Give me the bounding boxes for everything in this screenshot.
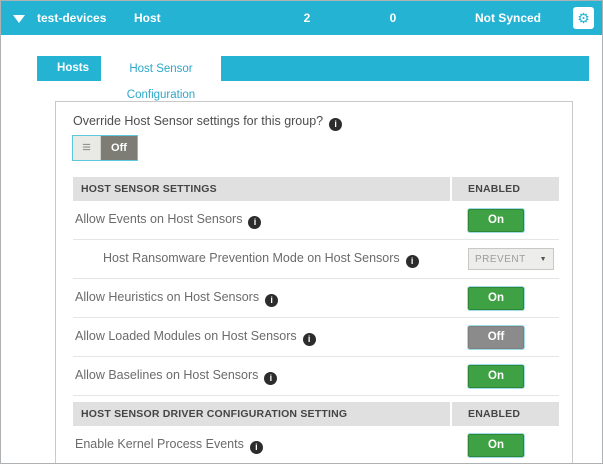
override-question-text: Override Host Sensor settings for this g… [73, 114, 324, 128]
tab-bar: Hosts Host Sensor Configuration [37, 56, 589, 101]
info-icon[interactable]: i [249, 440, 263, 454]
table-row: Allow Baselines on Host Sensors i On [73, 357, 559, 396]
toggle-state-label[interactable]: Off [101, 136, 137, 160]
gear-icon: ⚙ [577, 10, 590, 26]
enabled-column-header: ENABLED [452, 402, 559, 426]
info-icon[interactable]: i [264, 371, 278, 385]
select-value: PREVENT [475, 253, 526, 265]
info-icon[interactable]: i [302, 332, 316, 346]
enabled-column-header: ENABLED [452, 177, 559, 201]
topbar-count-1: 2 [303, 11, 311, 25]
settings-table: HOST SENSOR SETTINGS ENABLED Allow Event… [73, 177, 559, 463]
topbar-count-2: 0 [389, 11, 397, 25]
host-sensor-configuration-panel: Override Host Sensor settings for this g… [55, 101, 573, 463]
info-icon[interactable]: i [248, 215, 262, 229]
section-title: HOST SENSOR SETTINGS [73, 177, 450, 201]
settings-section-header: HOST SENSOR SETTINGS ENABLED [73, 177, 559, 201]
info-icon[interactable]: i [265, 293, 279, 307]
table-row: Enable Kernel Process Events i On [73, 426, 559, 463]
chevron-down-icon: ▼ [539, 255, 547, 263]
allow-loaded-modules-toggle[interactable]: Off [468, 325, 524, 349]
setting-label: Enable Kernel Process Events i [73, 437, 452, 454]
section-title: HOST SENSOR DRIVER CONFIGURATION SETTING [73, 402, 450, 426]
table-row: Allow Events on Host Sensors i On [73, 201, 559, 240]
table-row: Host Ransomware Prevention Mode on Host … [73, 240, 559, 279]
override-question-label: Override Host Sensor settings for this g… [73, 114, 343, 131]
allow-events-toggle[interactable]: On [468, 208, 524, 232]
allow-heuristics-toggle[interactable]: On [468, 286, 524, 310]
setting-label: Allow Events on Host Sensors i [73, 212, 452, 229]
app-frame: test-devices Host 2 0 Not Synced ⚙ Hosts… [0, 0, 603, 464]
setting-label: Host Ransomware Prevention Mode on Host … [73, 251, 452, 268]
kernel-process-events-toggle[interactable]: On [468, 433, 524, 457]
setting-label: Allow Heuristics on Host Sensors i [73, 290, 452, 307]
driver-section-header: HOST SENSOR DRIVER CONFIGURATION SETTING… [73, 402, 559, 426]
setting-label: Allow Loaded Modules on Host Sensors i [73, 329, 452, 346]
sync-status: Not Synced [474, 11, 541, 25]
info-icon[interactable]: i [405, 254, 419, 268]
info-icon[interactable]: i [329, 118, 343, 131]
table-row: Allow Heuristics on Host Sensors i On [73, 279, 559, 318]
group-name: test-devices [37, 11, 107, 25]
toggle-menu-segment[interactable]: ≡ [73, 136, 101, 160]
menu-icon: ≡ [82, 139, 91, 156]
ransomware-prevention-mode-select[interactable]: PREVENT ▼ [468, 248, 554, 270]
setting-label: Allow Baselines on Host Sensors i [73, 368, 452, 385]
tab-host-sensor-configuration[interactable]: Host Sensor Configuration [101, 56, 221, 101]
collapse-caret-icon[interactable] [13, 15, 25, 23]
table-row: Allow Loaded Modules on Host Sensors i Of… [73, 318, 559, 357]
settings-gear-button[interactable]: ⚙ [573, 7, 594, 29]
group-header-bar: test-devices Host 2 0 Not Synced ⚙ [1, 1, 602, 35]
host-type-label: Host [134, 11, 161, 25]
allow-baselines-toggle[interactable]: On [468, 364, 524, 388]
tab-hosts[interactable]: Hosts [45, 56, 101, 81]
override-toggle[interactable]: ≡ Off [73, 136, 137, 160]
